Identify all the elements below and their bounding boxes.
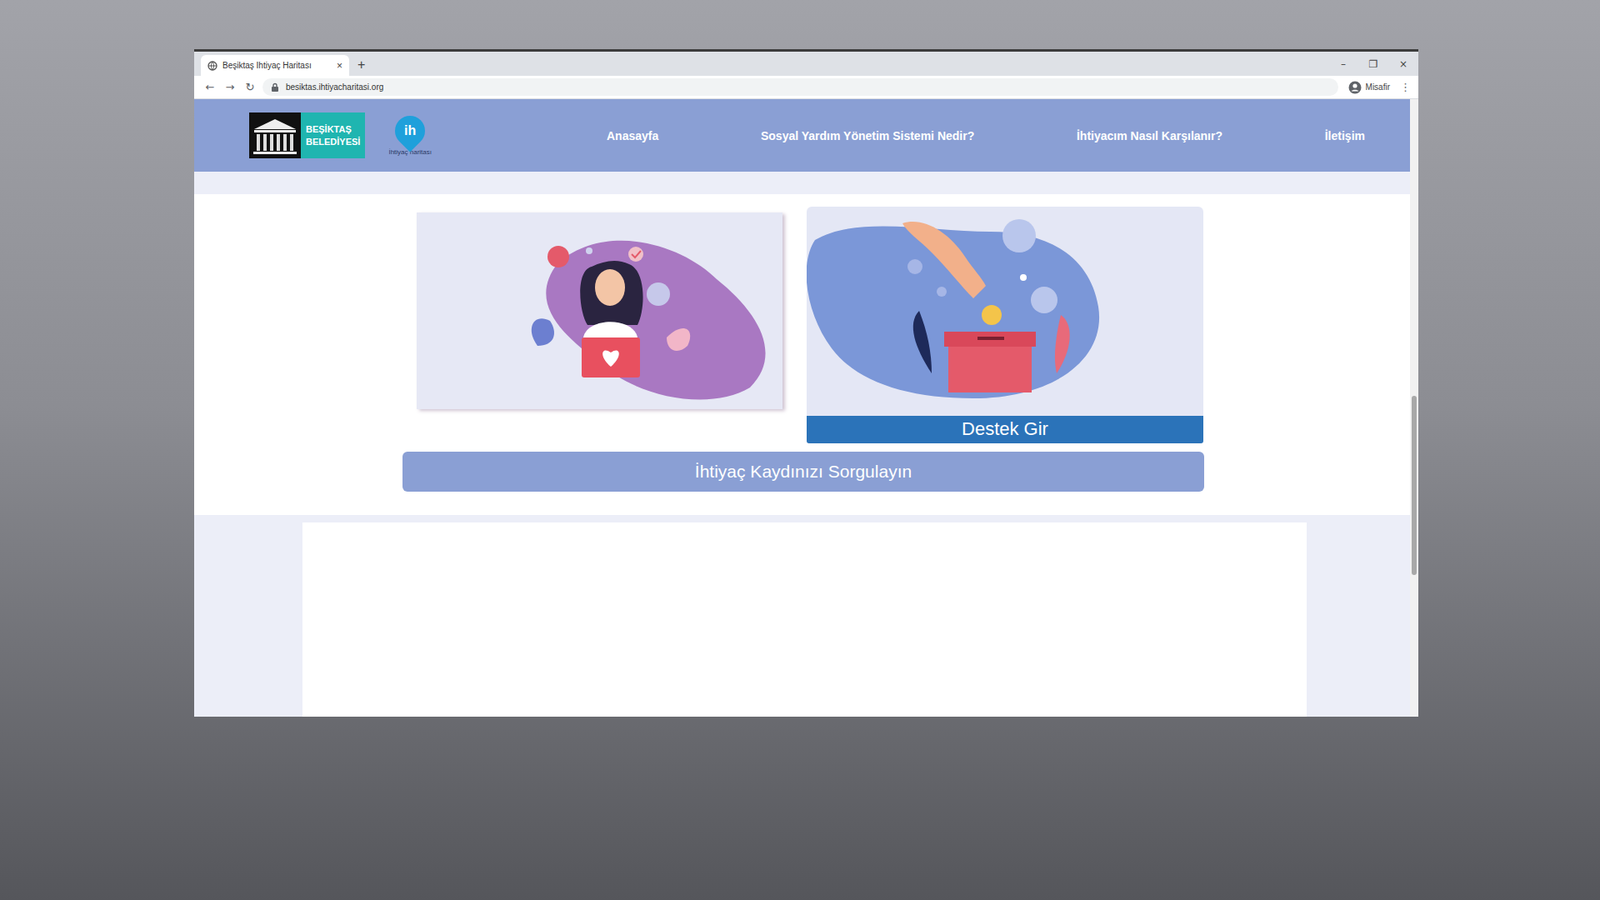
lock-icon — [270, 82, 280, 93]
profile-name: Misafir — [1365, 82, 1390, 92]
web-page: BEŞİKTAŞBELEDİYESİ ihİhtiyaç haritası Anas… — [194, 99, 1410, 717]
logo-mark: ih — [404, 123, 416, 139]
address-bar[interactable]: besiktas.ihtiyacharitasi.org — [262, 78, 1339, 96]
navigation-button[interactable]: ↻ — [242, 80, 258, 94]
municipality-logo-text: BELEDİYESİ — [305, 135, 360, 149]
support-card[interactable]: Destek Gir — [806, 206, 1204, 444]
navigation-button[interactable]: → — [222, 80, 238, 94]
nav-link[interactable]: İletişim — [1325, 129, 1365, 143]
need-card[interactable] — [416, 212, 783, 410]
profile-button[interactable]: Misafir — [1343, 80, 1395, 95]
header-band — [194, 171, 1410, 195]
nav-link[interactable]: Sosyal Yardım Yönetim Sistemi Nedir? — [760, 129, 975, 143]
municipality-logo[interactable]: BEŞİKTAŞBELEDİYESİ — [249, 112, 365, 159]
gift-box-woman-icon — [416, 212, 783, 410]
tab-strip: Beşiktaş İhtiyaç Haritası×+–❐× — [194, 51, 1419, 76]
support-button[interactable]: Destek Gir — [806, 415, 1204, 444]
building-icon — [249, 112, 301, 159]
lower-section — [194, 515, 1410, 717]
new-tab-button[interactable]: + — [349, 57, 374, 76]
action-section: Destek Gir İhtiyaç Kaydınızı Sorgulayın — [194, 194, 1410, 515]
scrollbar[interactable] — [1410, 99, 1419, 717]
pin-icon: ih — [389, 109, 432, 152]
nav-link[interactable]: İhtiyacım Nasıl Karşılanır? — [1076, 129, 1223, 143]
browser-window: Beşiktaş İhtiyaç Haritası×+–❐×←→↻besikta… — [194, 49, 1419, 717]
window-control-button[interactable]: × — [1388, 58, 1419, 70]
scrollbar-thumb[interactable] — [1411, 395, 1417, 575]
donation-box-icon — [806, 206, 1204, 416]
tab-title: Beşiktaş İhtiyaç Haritası — [222, 60, 332, 70]
site-header: BEŞİKTAŞBELEDİYESİ ihİhtiyaç haritası Anas… — [194, 99, 1410, 172]
background-photo: Beşiktaş İhtiyaç Haritası×+–❐×←→↻besikta… — [0, 0, 1600, 900]
user-icon — [1348, 80, 1362, 95]
map-logo[interactable]: ihİhtiyaç haritası — [388, 115, 432, 156]
navigation-button[interactable]: ← — [202, 80, 218, 94]
tab-close-button[interactable]: × — [336, 60, 343, 72]
municipality-logo-text: BEŞİKTAŞ — [305, 123, 360, 136]
address-toolbar: ← → ↻ besiktas.ihtiyacharitasi.org Misafir ⋮ — [194, 75, 1419, 100]
browser-tab[interactable]: Beşiktaş İhtiyaç Haritası × — [200, 55, 350, 76]
address-text: besiktas.ihtiyacharitasi.org — [285, 82, 384, 92]
window-control-button[interactable]: ❐ — [1358, 58, 1389, 70]
globe-icon — [207, 60, 218, 71]
site-nav: Anasayfa Sosyal Yardım Yönetim Sistemi Ne… — [606, 129, 1365, 143]
browser-menu-button[interactable]: ⋮ — [1400, 80, 1410, 94]
page-viewport: BEŞİKTAŞBELEDİYESİ ihİhtiyaç haritası Anas… — [194, 99, 1419, 717]
nav-link[interactable]: Anasayfa — [606, 129, 659, 143]
content-panel — [302, 522, 1307, 717]
window-control-button[interactable]: – — [1328, 58, 1359, 70]
query-button[interactable]: İhtiyaç Kaydınızı Sorgulayın — [402, 451, 1205, 492]
